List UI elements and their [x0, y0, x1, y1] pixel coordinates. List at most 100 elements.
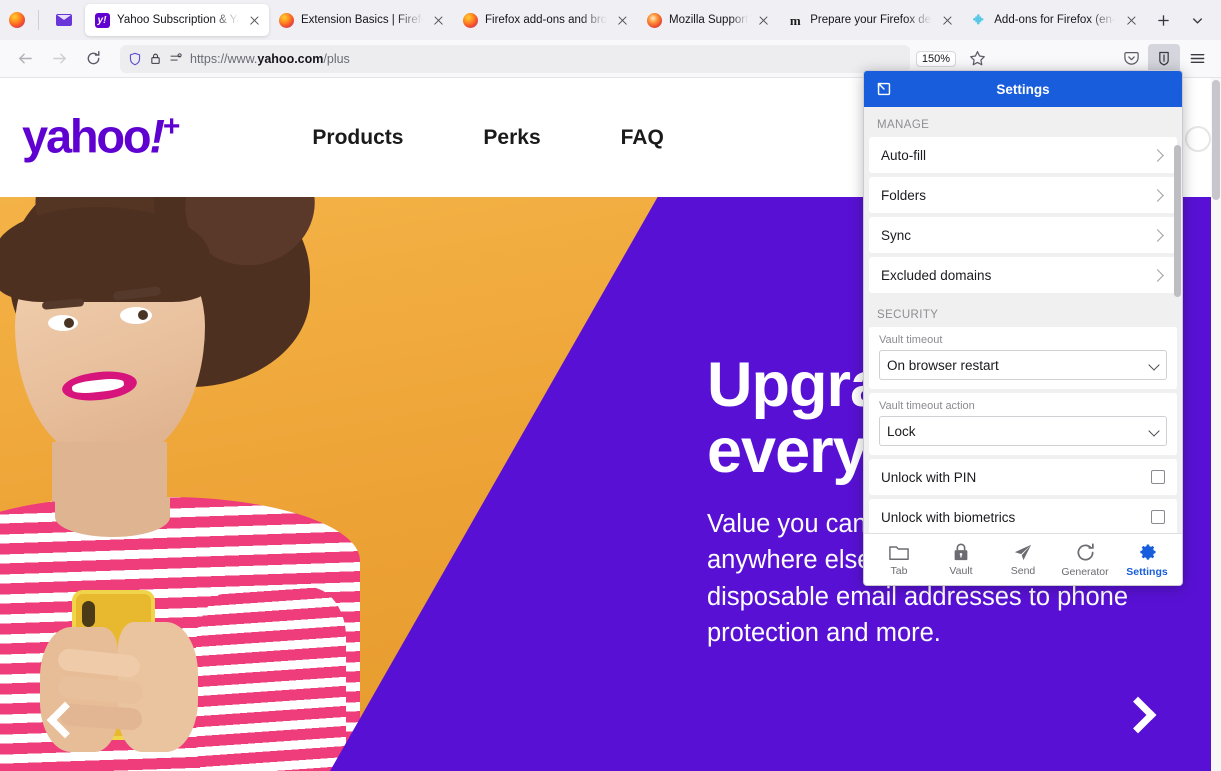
popup-scrollbar-thumb[interactable]	[1174, 145, 1181, 297]
bitwarden-extension-button[interactable]	[1148, 43, 1180, 74]
nav-generator[interactable]: Generator	[1055, 542, 1115, 578]
close-icon[interactable]	[614, 12, 630, 28]
settings-row-unlock-with-biometrics[interactable]: Unlock with biometrics	[869, 499, 1177, 533]
row-label: Auto-fill	[881, 147, 927, 163]
tab-1[interactable]: Extension Basics | Firefox Ext	[269, 4, 453, 36]
folder-icon	[889, 546, 909, 560]
logo-plus: +	[162, 109, 181, 143]
yahoo-icon: y!	[94, 12, 110, 28]
paper-plane-icon	[1014, 544, 1032, 561]
logo-wordmark: yahoo	[22, 109, 152, 163]
bitwarden-bottom-nav: Tab Vault Send Generator Settings	[864, 533, 1182, 585]
new-tab-button[interactable]	[1147, 5, 1179, 35]
envelope-icon	[56, 14, 72, 26]
divider	[38, 10, 39, 30]
settings-row-excluded-domains[interactable]: Excluded domains	[869, 257, 1177, 293]
application-menu-button[interactable]	[1181, 44, 1213, 74]
bookmark-star-icon[interactable]	[961, 44, 993, 74]
chevron-right-icon	[1151, 148, 1164, 162]
back-button[interactable]	[8, 44, 42, 74]
tab-0[interactable]: y! Yahoo Subscription & Yahoo Plus	[85, 4, 269, 36]
popup-scrollbar[interactable]	[1174, 111, 1181, 533]
popout-icon[interactable]	[874, 79, 894, 99]
firefox-icon	[462, 12, 478, 28]
zoom-level-indicator[interactable]: 150%	[915, 50, 956, 67]
url-text: https://www.yahoo.com/plus	[190, 51, 350, 66]
close-icon[interactable]	[430, 12, 446, 28]
site-header-actions	[1185, 126, 1211, 152]
firefox-logo-icon	[0, 0, 34, 40]
row-label: Sync	[881, 227, 912, 243]
nav-send[interactable]: Send	[993, 542, 1053, 577]
vault-timeout-action-select[interactable]: Lock	[879, 416, 1167, 446]
pinned-tab-mail[interactable]	[43, 4, 85, 36]
field-label: Vault timeout	[879, 334, 943, 346]
page-scrollbar[interactable]	[1211, 78, 1221, 771]
close-icon[interactable]	[939, 12, 955, 28]
refresh-icon	[1077, 542, 1094, 561]
pocket-icon[interactable]	[1115, 44, 1147, 74]
carousel-prev-button[interactable]	[46, 701, 84, 739]
shield-icon	[129, 52, 141, 65]
close-icon[interactable]	[246, 12, 262, 28]
nav-tab[interactable]: Tab	[869, 542, 929, 577]
settings-row-folders[interactable]: Folders	[869, 177, 1177, 213]
nav-item-perks[interactable]: Perks	[443, 126, 580, 150]
firefox-icon	[278, 12, 294, 28]
row-label: Excluded domains	[881, 267, 992, 283]
field-vault-timeout: Vault timeout On browser restart	[869, 327, 1177, 389]
unlock-with-biometrics-checkbox[interactable]	[1151, 510, 1165, 524]
nav-label: Send	[1010, 565, 1036, 577]
forward-button[interactable]	[42, 44, 76, 74]
tab-label: Extension Basics | Firefox Ext	[301, 14, 423, 26]
tab-label: Prepare your Firefox desktop	[810, 14, 932, 26]
section-heading-manage: MANAGE	[877, 119, 930, 131]
tab-label: Yahoo Subscription & Yahoo Plus	[117, 14, 239, 26]
field-label: Vault timeout action	[879, 400, 975, 412]
close-icon[interactable]	[755, 12, 771, 28]
settings-row-unlock-with-pin[interactable]: Unlock with PIN	[869, 459, 1177, 495]
gear-icon	[1139, 543, 1156, 560]
bitwarden-settings-list[interactable]: MANAGE Auto-fill Folders Sync Excluded d…	[864, 107, 1182, 533]
list-all-tabs-button[interactable]	[1181, 5, 1213, 35]
yahoo-plus-logo[interactable]: yahoo!+	[22, 109, 181, 163]
puzzle-icon	[971, 12, 987, 28]
row-label: Unlock with biometrics	[881, 509, 1016, 525]
tab-label: Add-ons for Firefox (en-GB)	[994, 14, 1116, 26]
bitwarden-settings-popup: Settings MANAGE Auto-fill Folders Sync E…	[863, 70, 1183, 586]
section-heading-security: SECURITY	[877, 309, 939, 321]
nav-label: Settings	[1126, 565, 1168, 578]
nav-item-faq[interactable]: FAQ	[581, 126, 704, 150]
chevron-right-icon	[1151, 268, 1164, 282]
page-scrollbar-thumb[interactable]	[1212, 80, 1220, 200]
close-icon[interactable]	[1123, 12, 1139, 28]
nav-label: Tab	[890, 565, 908, 577]
field-vault-timeout-action: Vault timeout action Lock	[869, 393, 1177, 455]
vault-timeout-select[interactable]: On browser restart	[879, 350, 1167, 380]
unlock-with-pin-checkbox[interactable]	[1151, 470, 1165, 484]
tracking-protection-icon	[170, 53, 182, 61]
account-avatar[interactable]	[1185, 126, 1211, 152]
carousel-next-button[interactable]	[1119, 696, 1157, 734]
nav-label: Vault	[949, 565, 973, 577]
settings-row-auto-fill[interactable]: Auto-fill	[869, 137, 1177, 173]
tab-5[interactable]: Add-ons for Firefox (en-GB)	[962, 4, 1146, 36]
tab-label: Firefox add-ons and browser	[485, 14, 607, 26]
nav-settings[interactable]: Settings	[1117, 542, 1177, 578]
tab-2[interactable]: Firefox add-ons and browser	[453, 4, 637, 36]
tab-strip: y! Yahoo Subscription & Yahoo Plus Exten…	[0, 0, 1221, 40]
tab-3[interactable]: Mozilla Support	[637, 4, 778, 36]
url-bar[interactable]: https://www.yahoo.com/plus	[120, 44, 910, 73]
settings-row-sync[interactable]: Sync	[869, 217, 1177, 253]
bitwarden-popup-header: Settings	[864, 71, 1182, 107]
mozilla-icon	[646, 12, 662, 28]
bitwarden-popup-title: Settings	[996, 81, 1050, 97]
mozilla-m-icon: m	[789, 12, 801, 28]
nav-item-products[interactable]: Products	[272, 126, 443, 150]
tab-4[interactable]: m Prepare your Firefox desktop	[778, 4, 962, 36]
reload-button[interactable]	[76, 44, 110, 74]
row-label: Folders	[881, 187, 927, 203]
chevron-right-icon	[1151, 228, 1164, 242]
nav-vault[interactable]: Vault	[931, 542, 991, 577]
site-nav: Products Perks FAQ	[272, 126, 703, 150]
